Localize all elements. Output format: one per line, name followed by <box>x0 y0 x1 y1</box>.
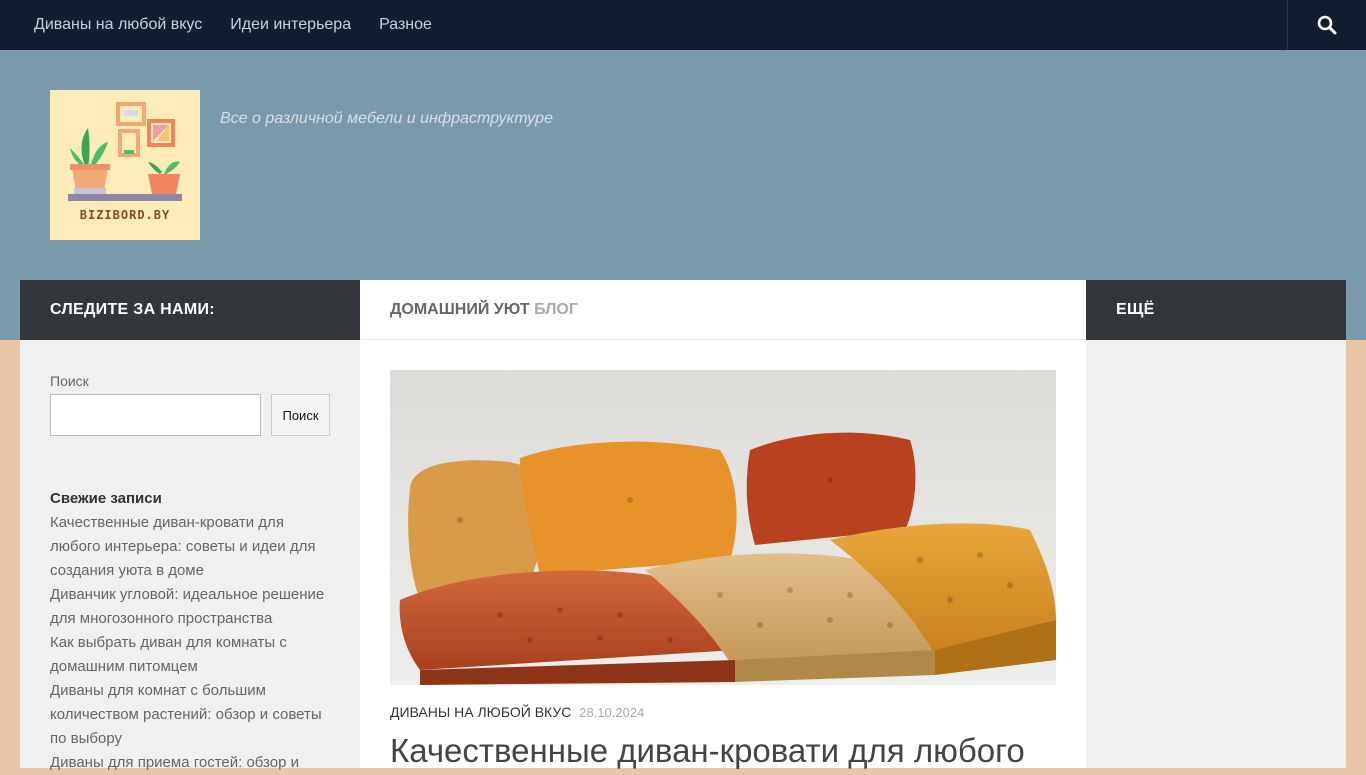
recent-posts-heading: Свежие записи <box>50 490 162 507</box>
blog-heading: ДОМАШНИЙ УЮТ БЛОГ <box>360 280 1086 340</box>
search-button[interactable]: Поиск <box>271 394 330 436</box>
post-featured-image[interactable] <box>390 370 1056 685</box>
post-date: 28.10.2024 <box>579 705 645 720</box>
top-navigation: Диваны на любой вкус Идеи интерьера Разн… <box>0 0 1366 50</box>
post-category-link[interactable]: ДИВАНЫ НА ЛЮБОЙ ВКУС <box>390 704 571 720</box>
recent-post-link[interactable]: Диваны для приема гостей: обзор и <box>50 751 330 775</box>
search-input[interactable] <box>50 394 261 436</box>
blog-heading-secondary: БЛОГ <box>534 301 578 318</box>
recent-posts-list: Качественные диван-кровати для любого ин… <box>50 511 330 775</box>
nav-item-misc[interactable]: Разное <box>365 0 446 50</box>
more-heading: ЕЩЁ <box>1086 280 1346 340</box>
post-title-link[interactable]: Качественные диван-кровати для любого <box>390 732 1025 770</box>
right-sidebar: ЕЩЁ <box>1086 280 1346 768</box>
recent-post-link[interactable]: Диваны для комнат с большим количеством … <box>50 679 330 751</box>
site-tagline: Все о различной мебели и инфраструктуре <box>220 110 553 127</box>
site-logo[interactable]: BIZIBORD.BY <box>50 90 200 240</box>
left-sidebar: СЛЕДИТЕ ЗА НАМИ: Поиск Поиск Свежие запи… <box>20 280 360 771</box>
nav-item-sofas[interactable]: Диваны на любой вкус <box>20 0 216 50</box>
recent-post-link[interactable]: Диванчик угловой: идеальное решение для … <box>50 583 330 631</box>
recent-post-link[interactable]: Качественные диван-кровати для любого ин… <box>50 511 330 583</box>
nav-item-interior-ideas[interactable]: Идеи интерьера <box>216 0 365 50</box>
recent-post-link[interactable]: Как выбрать диван для комнаты с домашним… <box>50 631 330 679</box>
search-toggle-button[interactable] <box>1287 0 1366 50</box>
follow-us-heading: СЛЕДИТЕ ЗА НАМИ: <box>20 280 360 340</box>
blog-heading-primary: ДОМАШНИЙ УЮТ <box>390 301 530 318</box>
main-menu: Диваны на любой вкус Идеи интерьера Разн… <box>0 0 446 50</box>
logo-text: BIZIBORD.BY <box>79 208 171 222</box>
main-content: ДОМАШНИЙ УЮТ БЛОГ ДИВАНЫ НА ЛЮБОЙ ВКУС 2… <box>360 280 1086 770</box>
post-meta: ДИВАНЫ НА ЛЮБОЙ ВКУС 28.10.2024 <box>390 704 644 720</box>
search-icon <box>1317 15 1337 35</box>
sofa-image <box>390 370 1056 685</box>
search-label: Поиск <box>50 373 89 389</box>
